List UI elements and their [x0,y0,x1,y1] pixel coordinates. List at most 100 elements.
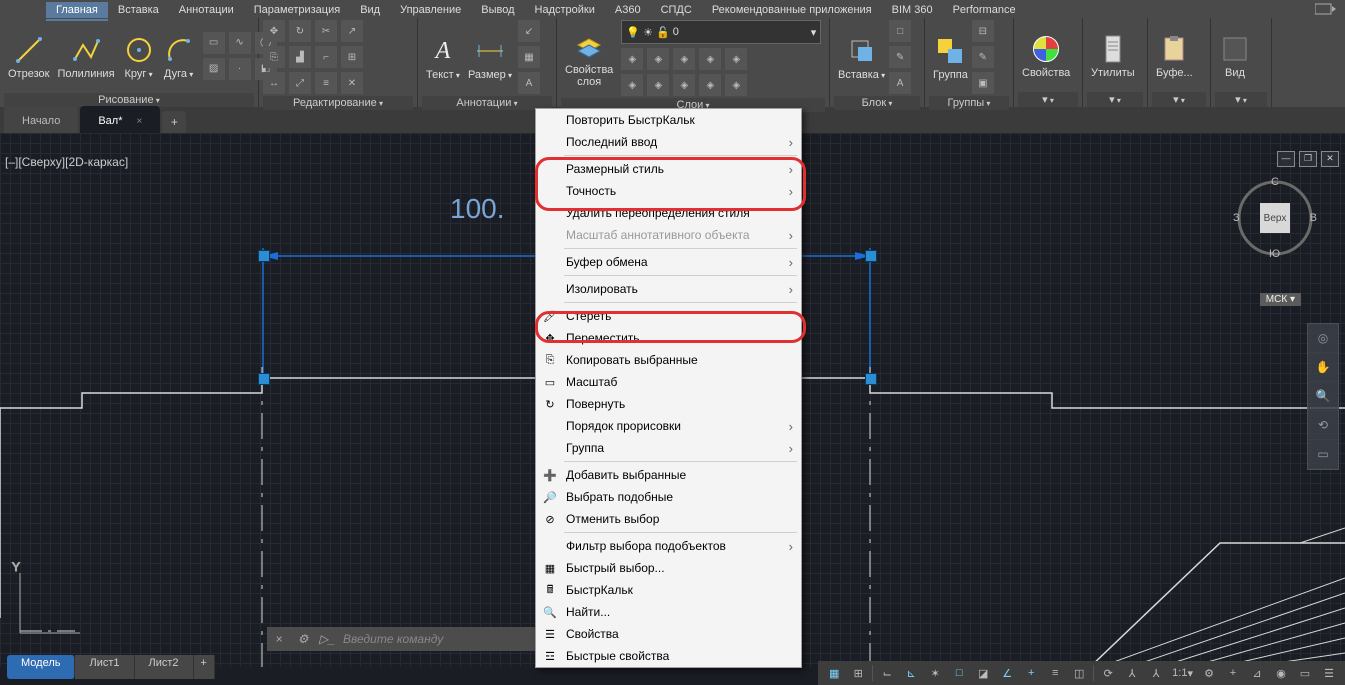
clipboard-button[interactable]: Буфе... [1152,31,1197,81]
sb-scale[interactable]: 1:1 ▾ [1168,662,1197,684]
doc-tab[interactable]: Начало [4,106,78,133]
layer-tool-4[interactable]: ◈ [699,48,721,70]
viewport-label[interactable]: [–][Сверху][2D-каркас] [5,155,128,169]
menu-Надстройки[interactable]: Надстройки [525,2,605,18]
sb-otrack-icon[interactable]: ∠ [995,662,1019,684]
viewport-min-icon[interactable]: — [1277,151,1295,167]
ctx-Повторить БыстрКальк[interactable]: Повторить БыстрКальк [536,109,801,131]
layer-tool-7[interactable]: ◈ [647,74,669,96]
layout-tab[interactable]: Модель [7,655,75,679]
help-dropdown[interactable] [1315,2,1345,16]
nav-wheel-icon[interactable]: ◎ [1308,324,1338,353]
sb-hw-icon[interactable]: ◉ [1269,662,1293,684]
menu-Вывод[interactable]: Вывод [471,2,524,18]
sb-model-icon[interactable]: ▦ [822,662,846,684]
panel-expand-props[interactable]: ▾ [1018,92,1078,107]
circle-button[interactable]: Круг ▾ [119,32,159,82]
ctx-Группа[interactable]: Группа [536,437,801,459]
ctx-Отменить выбор[interactable]: ⊘Отменить выбор [536,508,801,530]
doc-tab[interactable]: Вал*× [80,106,160,133]
ctx-Порядок прорисовки[interactable]: Порядок прорисовки [536,415,801,437]
sb-iso-icon[interactable]: ⊿ [1245,662,1269,684]
sb-snap-icon[interactable]: ⌙ [875,662,899,684]
ctx-Масштаб[interactable]: ▭Масштаб [536,371,801,393]
ctx-Найти...[interactable]: 🔍Найти... [536,601,801,623]
layer-combo[interactable]: 💡 ☀ 🔓 0▾ [621,20,821,44]
dim-button[interactable]: Размер ▾ [464,33,516,83]
viewport-restore-icon[interactable]: ❐ [1299,151,1317,167]
ungroup-icon[interactable]: ⊟ [972,20,994,42]
ctx-Добавить выбранные[interactable]: ➕Добавить выбранные [536,464,801,486]
sb-ortho-icon[interactable]: ⊾ [899,662,923,684]
ctx-Размерный стиль[interactable]: Размерный стиль [536,158,801,180]
hatch-icon[interactable]: ▨ [203,58,225,80]
grip[interactable] [258,250,270,262]
ctx-Свойства[interactable]: ☰Свойства [536,623,801,645]
fillet-icon[interactable]: ⌐ [315,46,337,68]
sb-annmon-icon[interactable]: + [1221,662,1245,684]
ctx-Копировать выбранные[interactable]: ⎘Копировать выбранные [536,349,801,371]
panel-expand-view[interactable]: ▾ [1215,92,1267,107]
layer-tool-5[interactable]: ◈ [725,48,747,70]
viewport-close-icon[interactable]: ✕ [1321,151,1339,167]
mtext-icon[interactable]: A [518,72,540,94]
group-sel-icon[interactable]: ▣ [972,72,994,94]
cmd-opts-icon[interactable]: ⚙ [293,629,313,649]
offset-icon[interactable]: ≡ [315,72,337,94]
mirror-icon[interactable]: ▟ [289,46,311,68]
panel-title-anno[interactable]: Аннотации [422,96,552,110]
command-line[interactable]: × ⚙ ▷_ Введите команду [267,627,535,651]
grip[interactable] [258,373,270,385]
ctx-БыстрКальк[interactable]: 🖩БыстрКальк [536,579,801,601]
sb-clean-icon[interactable]: ▭ [1293,662,1317,684]
panel-expand-util[interactable]: ▾ [1087,92,1143,107]
menu-A360[interactable]: A360 [605,2,651,18]
sb-lwt-icon[interactable]: ≡ [1043,662,1067,684]
group-button[interactable]: Группа [929,33,972,83]
insert-button[interactable]: Вставка ▾ [834,33,889,83]
ctx-Буфер обмена[interactable]: Буфер обмена [536,251,801,273]
grip[interactable] [865,373,877,385]
rotate-icon[interactable]: ↻ [289,20,311,42]
arc-button[interactable]: Дуга ▾ [159,32,199,82]
sb-transp-icon[interactable]: ◫ [1067,662,1091,684]
move-icon[interactable]: ✥ [263,20,285,42]
stretch-icon[interactable]: ↔ [263,72,285,94]
layout-tab[interactable]: Лист1 [75,655,134,679]
scale-icon[interactable]: ⤢ [289,72,311,94]
sb-annoscale-icon[interactable]: ⅄ [1144,662,1168,684]
layer-tool-8[interactable]: ◈ [673,74,695,96]
extend-icon[interactable]: ↗ [341,20,363,42]
layer-tool-2[interactable]: ◈ [647,48,669,70]
ctx-Удалить переопределения стиля[interactable]: Удалить переопределения стиля [536,202,801,224]
layout-tab[interactable]: Лист2 [135,655,194,679]
ctx-Последний ввод[interactable]: Последний ввод [536,131,801,153]
coord-label[interactable]: МСК ▾ [1260,293,1301,306]
menu-Управление[interactable]: Управление [390,2,471,18]
menu-СПДС[interactable]: СПДС [651,2,702,18]
props-button[interactable]: Свойства [1018,31,1074,81]
menu-Рекомендованные приложения[interactable]: Рекомендованные приложения [702,2,882,18]
leader-icon[interactable]: ↙ [518,20,540,42]
panel-title-block[interactable]: Блок [834,96,920,110]
nav-orbit-icon[interactable]: ⟲ [1308,411,1338,440]
sb-grid-icon[interactable]: ⊞ [846,662,870,684]
layer-tool-3[interactable]: ◈ [673,48,695,70]
menu-Вид[interactable]: Вид [350,2,390,18]
rect-icon[interactable]: ▭ [203,32,225,54]
cmd-close-icon[interactable]: × [269,629,289,649]
ctx-Изолировать[interactable]: Изолировать [536,278,801,300]
sb-anno-icon[interactable]: ⅄ [1120,662,1144,684]
util-button[interactable]: Утилиты [1087,31,1139,81]
menu-Главная[interactable]: Главная [46,2,108,18]
panel-expand-clip[interactable]: ▾ [1152,92,1206,107]
erase-icon[interactable]: ✕ [341,72,363,94]
menu-Performance[interactable]: Performance [943,2,1026,18]
layer-tool-9[interactable]: ◈ [699,74,721,96]
polyline-button[interactable]: Полилиния [53,32,118,82]
ctx-Выбрать подобные[interactable]: 🔎Выбрать подобные [536,486,801,508]
ctx-Стереть[interactable]: 🖊Стереть [536,305,801,327]
ctx-Быстрый выбор...[interactable]: ▦Быстрый выбор... [536,557,801,579]
sb-dynin-icon[interactable]: + [1019,662,1043,684]
text-button[interactable]: AТекст ▾ [422,33,464,83]
